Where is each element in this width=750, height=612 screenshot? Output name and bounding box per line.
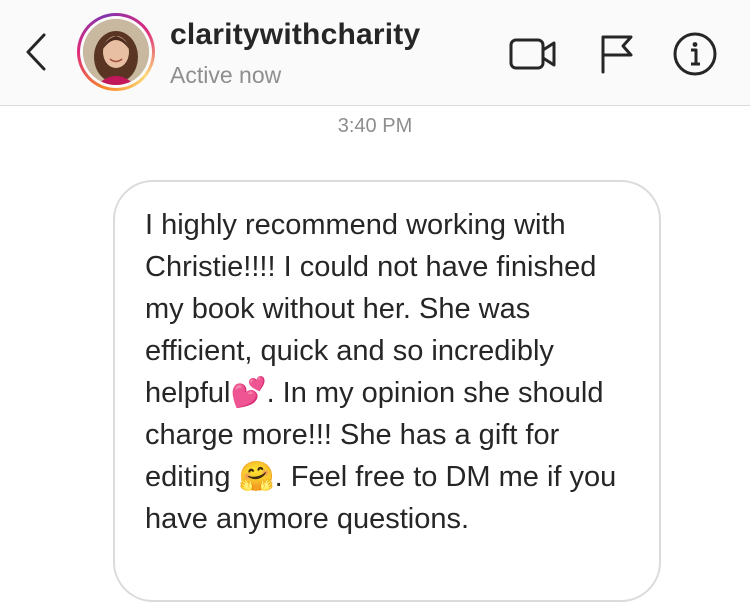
message-timestamp: 3:40 PM [337,115,413,137]
active-status: Active now [170,62,282,88]
report-button[interactable] [592,32,642,76]
info-button[interactable] [670,32,720,76]
chevron-left-icon [26,33,46,71]
back-button[interactable] [18,30,54,74]
video-call-button[interactable] [508,32,558,76]
chat-header: claritywithcharity Active now [0,0,750,106]
info-icon [673,32,717,76]
username[interactable]: claritywithcharity [170,18,420,52]
video-camera-icon [509,38,556,70]
profile-photo [83,19,149,85]
message-bubble[interactable]: I highly recommend working with Christie… [113,180,661,602]
flag-icon [601,35,633,74]
message-text: I highly recommend working with Christie… [145,209,617,535]
avatar[interactable] [77,13,155,91]
